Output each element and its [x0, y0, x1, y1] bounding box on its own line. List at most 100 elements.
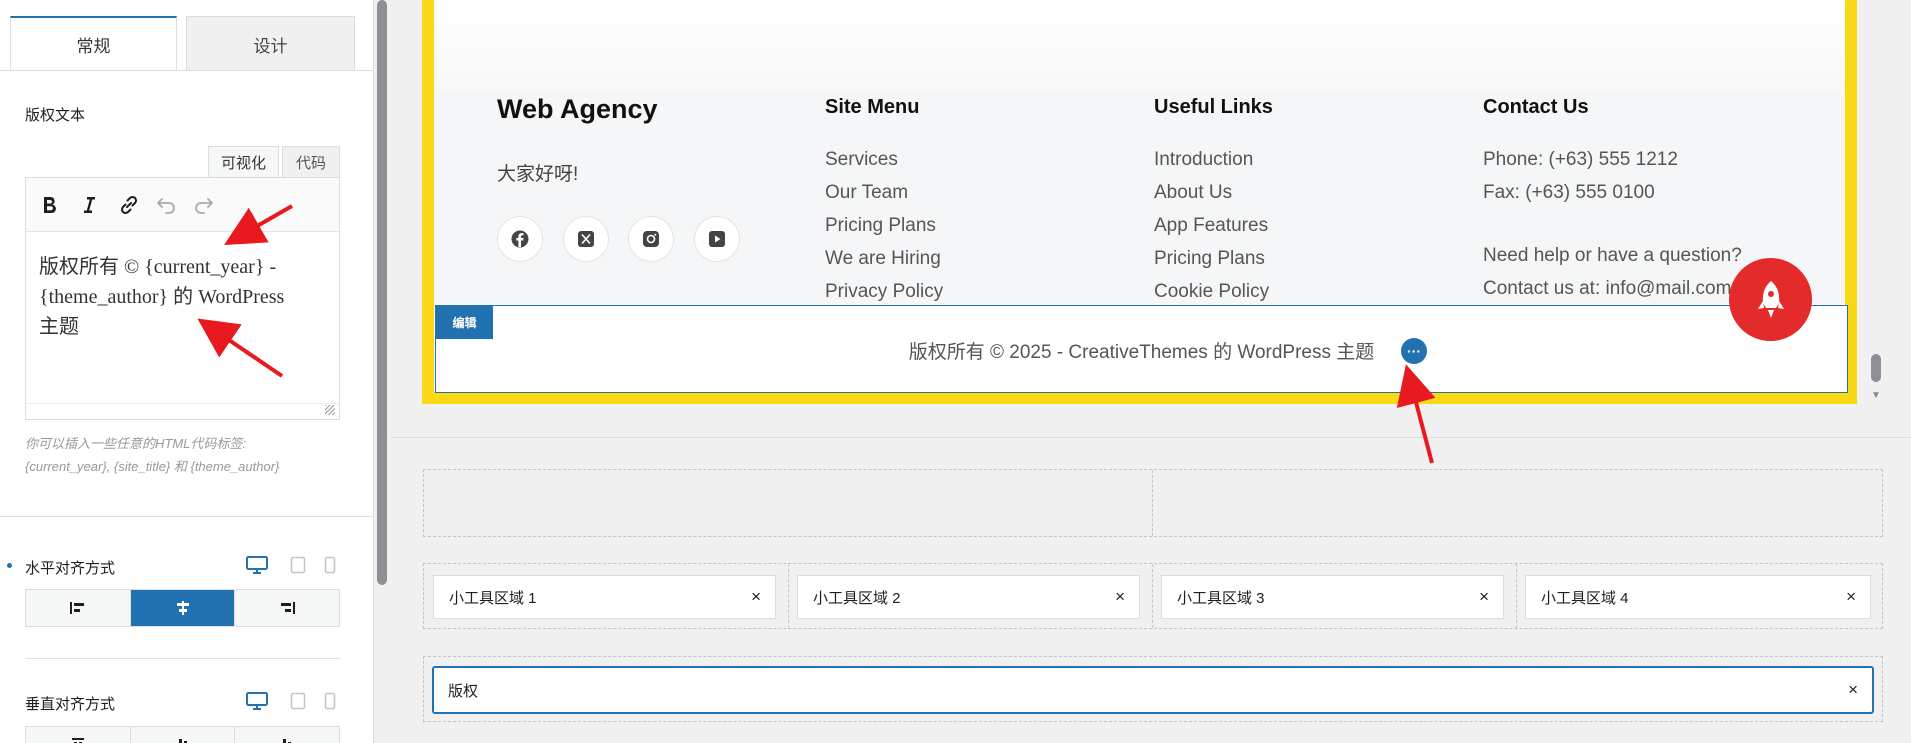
- footer-brand: Web Agency: [497, 94, 658, 124]
- builder-row-empty[interactable]: [423, 469, 1883, 537]
- column-separator: [1516, 564, 1517, 628]
- menu-link[interactable]: Pricing Plans: [1154, 242, 1269, 275]
- menu-link[interactable]: App Features: [1154, 209, 1269, 242]
- undo-icon[interactable]: [153, 191, 181, 219]
- scroll-down-icon[interactable]: ▼: [1871, 390, 1881, 401]
- widget-area-item[interactable]: 小工具区域 3 ×: [1161, 575, 1504, 619]
- vertical-align-label: 垂直对齐方式: [25, 696, 116, 713]
- close-icon[interactable]: ×: [1846, 587, 1856, 607]
- italic-icon[interactable]: [75, 191, 103, 219]
- facebook-icon[interactable]: [497, 216, 543, 262]
- close-icon[interactable]: ×: [1115, 587, 1125, 607]
- contact-phone: Phone: (+63) 555 1212: [1483, 149, 1678, 170]
- tab-visual[interactable]: 可视化: [208, 146, 279, 177]
- hint-line: {current_year}, {site_title} 和 {theme_au…: [25, 459, 280, 474]
- widget-area-item[interactable]: 小工具区域 1 ×: [433, 575, 776, 619]
- close-icon[interactable]: ×: [751, 587, 761, 607]
- menu-link[interactable]: Privacy Policy: [825, 275, 943, 308]
- device-switcher: [246, 556, 346, 576]
- menu-link[interactable]: Cookie Policy: [1154, 275, 1269, 308]
- contact-email[interactable]: Contact us at: info@mail.com: [1483, 272, 1742, 305]
- site-menu-list: Services Our Team Pricing Plans We are H…: [825, 143, 943, 308]
- tab-code[interactable]: 代码: [282, 146, 340, 177]
- close-icon[interactable]: ×: [1479, 587, 1489, 607]
- widget-area-label: 小工具区域 4: [1541, 589, 1629, 607]
- menu-link[interactable]: Pricing Plans: [825, 209, 943, 242]
- editor-toolbar: [26, 178, 339, 232]
- column-separator: [1152, 564, 1153, 628]
- tabs-divider: [0, 70, 373, 71]
- mobile-icon[interactable]: [324, 692, 336, 710]
- instagram-icon[interactable]: [628, 216, 674, 262]
- menu-link[interactable]: About Us: [1154, 176, 1269, 209]
- menu-link[interactable]: Introduction: [1154, 143, 1269, 176]
- copyright-text[interactable]: 版权所有 © 2025 - CreativeThemes 的 WordPress…: [436, 337, 1847, 364]
- copyright-builder-item[interactable]: 版权 ×: [432, 666, 1874, 714]
- copyright-text-label: 版权文本: [25, 107, 86, 124]
- editor-line: 版权所有 © {current_year} -: [39, 256, 277, 278]
- rocket-icon[interactable]: [1729, 258, 1812, 341]
- more-options-icon[interactable]: ···: [1401, 338, 1427, 364]
- tab-general[interactable]: 常规: [10, 16, 177, 71]
- widget-area-label: 小工具区域 2: [813, 589, 901, 607]
- preview-scrollbar[interactable]: ▼: [1869, 0, 1883, 404]
- modified-indicator: [7, 563, 12, 568]
- widget-area-label: 小工具区域 3: [1177, 589, 1265, 607]
- widget-area-item[interactable]: 小工具区域 4 ×: [1525, 575, 1871, 619]
- bold-icon[interactable]: [36, 191, 64, 219]
- align-right-button[interactable]: [235, 590, 340, 626]
- section-divider: [25, 658, 340, 659]
- editor-hint: 你可以插入一些任意的HTML代码标签: {current_year}, {sit…: [25, 432, 345, 478]
- mobile-icon[interactable]: [324, 556, 336, 574]
- menu-link[interactable]: Services: [825, 143, 943, 176]
- header-area: [434, 0, 1845, 92]
- align-top-icon: [71, 738, 84, 743]
- desktop-icon[interactable]: [246, 556, 268, 574]
- builder-divider: [391, 437, 1911, 438]
- copyright-row[interactable]: 编辑 版权所有 © 2025 - CreativeThemes 的 WordPr…: [435, 305, 1848, 393]
- align-center-button[interactable]: [130, 590, 236, 626]
- hint-line: 你可以插入一些任意的HTML代码标签:: [25, 436, 247, 451]
- contact-fax: Fax: (+63) 555 0100: [1483, 182, 1655, 203]
- device-switcher: [246, 692, 346, 712]
- youtube-icon[interactable]: [694, 216, 740, 262]
- site-menu-title: Site Menu: [825, 96, 920, 118]
- align-bottom-icon: [283, 739, 292, 743]
- close-icon[interactable]: ×: [1848, 680, 1858, 700]
- align-middle-button[interactable]: [130, 727, 236, 743]
- tab-design[interactable]: 设计: [186, 16, 355, 71]
- editor-line: 主题: [39, 316, 79, 338]
- scrollbar-thumb[interactable]: [1871, 354, 1881, 382]
- edit-tag[interactable]: 编辑: [436, 306, 493, 339]
- align-bottom-button[interactable]: [235, 727, 340, 743]
- section-divider: [0, 516, 373, 517]
- horizontal-align-group: [25, 589, 340, 627]
- widget-area-item[interactable]: 小工具区域 2 ×: [797, 575, 1140, 619]
- scrollbar-thumb[interactable]: [377, 0, 387, 585]
- link-icon[interactable]: [115, 191, 143, 219]
- redo-icon[interactable]: [189, 191, 217, 219]
- align-left-button[interactable]: [26, 590, 131, 626]
- builder-row-widgets: 小工具区域 1 × 小工具区域 2 × 小工具区域 3 × 小工具区域 4 ×: [423, 563, 1883, 629]
- column-separator: [788, 564, 789, 628]
- align-right-icon: [281, 602, 296, 614]
- menu-link[interactable]: We are Hiring: [825, 242, 943, 275]
- resize-handle-icon[interactable]: [325, 405, 335, 415]
- align-middle-icon: [178, 739, 187, 743]
- menu-link[interactable]: Our Team: [825, 176, 943, 209]
- contact-title: Contact Us: [1483, 96, 1589, 118]
- copyright-editor[interactable]: 版权所有 © {current_year} - {theme_author} 的…: [25, 177, 340, 420]
- widget-area-label: 小工具区域 1: [449, 589, 537, 607]
- panel-scrollbar[interactable]: [373, 0, 390, 743]
- x-icon[interactable]: [563, 216, 609, 262]
- editor-content[interactable]: 版权所有 © {current_year} - {theme_author} 的…: [39, 252, 329, 342]
- panel-tabs: 常规 设计: [10, 16, 355, 71]
- tablet-icon[interactable]: [290, 692, 306, 710]
- useful-links-title: Useful Links: [1154, 96, 1273, 118]
- copyright-item-label: 版权: [448, 682, 479, 700]
- align-center-icon: [176, 601, 189, 615]
- editor-line: {theme_author} 的 WordPress: [39, 286, 285, 308]
- align-top-button[interactable]: [26, 727, 131, 743]
- tablet-icon[interactable]: [290, 556, 306, 574]
- desktop-icon[interactable]: [246, 692, 268, 710]
